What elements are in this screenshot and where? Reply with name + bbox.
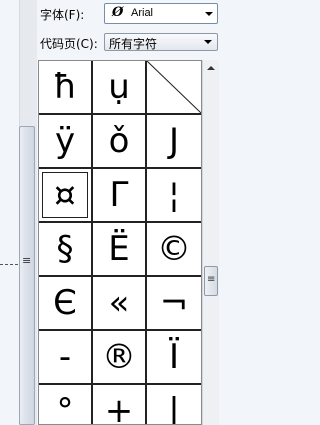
grid-cell[interactable]: « — [93, 277, 147, 331]
chevron-down-icon — [205, 12, 213, 16]
left-scrollbar-thumb[interactable] — [19, 126, 35, 425]
chevron-down-icon — [204, 40, 212, 44]
scroll-grip-icon: ≡ — [207, 274, 216, 285]
left-grip-icon: ≡ — [22, 254, 32, 267]
grid-cell[interactable]: ° — [39, 385, 93, 424]
grid-cell[interactable]: © — [147, 223, 201, 277]
scroll-up-arrow-icon[interactable] — [207, 66, 215, 70]
charset-dropdown[interactable]: 所有字符 — [104, 33, 218, 51]
grid-cell[interactable]: ụ — [93, 61, 147, 115]
empty-cell-diagonal-icon — [147, 61, 201, 113]
grid-cell[interactable]: ħ — [39, 61, 93, 115]
grid-cell[interactable]: + — [93, 385, 147, 424]
grid-cell[interactable]: - — [39, 331, 93, 385]
grid-cell[interactable]: Ï — [147, 331, 201, 385]
grid-cell[interactable]: ǒ — [93, 115, 147, 169]
grid-cell[interactable]: ¬ — [147, 277, 201, 331]
charset-label: 代码页(C): — [40, 37, 98, 51]
character-grid: ħ ụ ÿ ǒ J ¤ Γ ¦ § Ë © Є «¬ - ® Ï ° + | — [38, 60, 202, 425]
splitter-dashed-line — [0, 264, 18, 265]
font-label: 字体(F): — [40, 8, 85, 22]
font-dropdown-value: Arial — [131, 7, 154, 19]
grid-cell[interactable]: ¤ — [39, 169, 93, 223]
grid-cell[interactable]: ÿ — [39, 115, 93, 169]
grid-cell[interactable]: Ë — [93, 223, 147, 277]
grid-cell[interactable]: J — [147, 115, 201, 169]
grid-cell[interactable]: ® — [93, 331, 147, 385]
grid-cell[interactable]: Є — [39, 277, 93, 331]
grid-cell-empty[interactable] — [147, 61, 201, 115]
grid-cell[interactable]: | — [147, 385, 201, 424]
grid-cell[interactable]: Γ — [93, 169, 147, 223]
right-margin — [219, 60, 236, 425]
grid-cell[interactable]: § — [39, 223, 93, 277]
font-dropdown[interactable]: Ø Arial — [104, 3, 218, 24]
grid-cell[interactable]: ¦ — [147, 169, 201, 223]
charset-dropdown-value: 所有字符 — [109, 37, 158, 51]
grid-scrollbar-thumb[interactable]: ≡ — [204, 266, 218, 296]
opentype-icon: Ø — [112, 5, 124, 20]
grid-scrollbar[interactable]: ≡ — [202, 60, 219, 425]
